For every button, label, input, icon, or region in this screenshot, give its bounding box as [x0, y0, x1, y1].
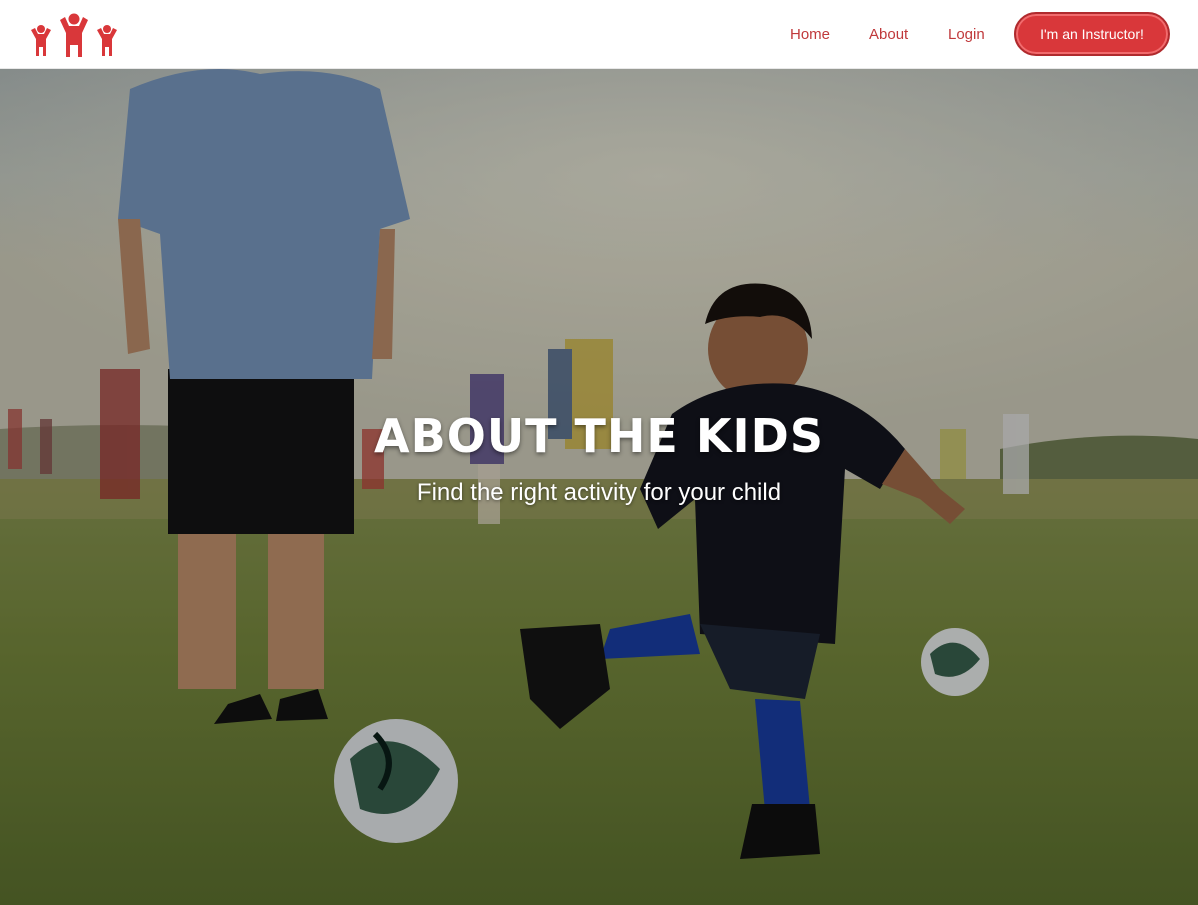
hero-subtitle: Find the right activity for your child	[416, 479, 782, 506]
hero-section: About the Kids Find the right activity f…	[0, 69, 1198, 905]
three-kids-logo-icon[interactable]	[28, 12, 122, 60]
nav-login-link[interactable]: Login	[948, 26, 985, 43]
nav-home-link[interactable]: Home	[790, 26, 830, 43]
hero-title: About the Kids	[374, 409, 824, 463]
navbar: Home About Login I'm an Instructor!	[0, 0, 1198, 69]
nav-about-link[interactable]: About	[869, 26, 908, 43]
instructor-button[interactable]: I'm an Instructor!	[1014, 12, 1170, 56]
